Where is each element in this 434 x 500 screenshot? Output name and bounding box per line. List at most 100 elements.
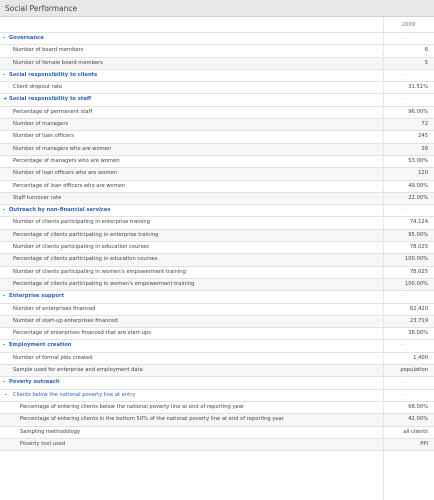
indicator-label: Number of start-up enterprises financed bbox=[13, 317, 118, 324]
indicator-value: 96.00% bbox=[408, 108, 428, 115]
expand-icon[interactable]: + bbox=[3, 94, 7, 105]
section-header[interactable]: - Employment creation -- bbox=[0, 340, 434, 353]
indicator-value: 6 bbox=[424, 47, 428, 54]
cell-marker: : bbox=[377, 268, 379, 275]
table-row: Client dropout rate: 31.51% bbox=[0, 82, 434, 95]
table-row: Poverty tool used: PPI bbox=[0, 438, 434, 452]
table-row: Number of loan officers who are women: 12… bbox=[0, 168, 434, 181]
cell-marker: : bbox=[377, 182, 379, 189]
cell-marker: : bbox=[377, 354, 379, 361]
table-row: Percentage of clients participating in e… bbox=[0, 229, 434, 243]
table-row: Sample used for enterprise and employmen… bbox=[0, 365, 434, 378]
section-title[interactable]: Clients below the national poverty line … bbox=[13, 390, 135, 401]
table-row: Percentage of entering clients below the… bbox=[0, 402, 434, 415]
indicator-label: Percentage of permanent staff bbox=[13, 108, 93, 115]
indicator-label: Staff turnover rate bbox=[13, 194, 62, 201]
indicator-label: Number of managers who are women bbox=[13, 145, 112, 152]
section-header[interactable]: - Governance -- bbox=[0, 33, 434, 46]
table-row: Staff turnover rate: 22.00% bbox=[0, 192, 434, 206]
cell-marker: : bbox=[377, 108, 379, 115]
indicator-label: Number of clients participating in women… bbox=[13, 268, 186, 275]
cell-marker: : bbox=[377, 84, 379, 91]
indicator-label: Poverty tool used bbox=[20, 440, 66, 447]
collapse-icon[interactable]: - bbox=[3, 291, 5, 302]
cell-marker: : bbox=[377, 231, 379, 238]
section-header[interactable]: - Poverty outreach -- bbox=[0, 377, 434, 390]
table-row: Number of formal jobs created: 1,400 bbox=[0, 353, 434, 366]
indicator-label: Percentage of clients participating in e… bbox=[13, 231, 159, 238]
cell-marker: : bbox=[377, 256, 379, 263]
table-body: - Governance -- Number of board members:6 Nu… bbox=[0, 33, 434, 452]
indicator-label: Percentage of clients participating in w… bbox=[13, 280, 195, 287]
cell-marker: : bbox=[377, 317, 379, 324]
table-row: Percentage of enterprises financed that … bbox=[0, 328, 434, 341]
collapse-icon[interactable]: - bbox=[3, 205, 5, 216]
indicator-label: Number of female board members bbox=[13, 59, 103, 66]
section-header[interactable]: - Outreach by non-financial services -- bbox=[0, 205, 434, 218]
indicator-label: Percentage of clients participating in e… bbox=[13, 256, 158, 263]
indicator-label: Percentage of loan officers who are wome… bbox=[13, 182, 126, 189]
cell-marker: : bbox=[377, 244, 379, 251]
empty-value: -- bbox=[401, 342, 405, 349]
indicator-value: 68.00% bbox=[408, 403, 428, 410]
indicator-value: all clients bbox=[403, 428, 428, 435]
cell-marker: : bbox=[377, 416, 379, 423]
cell-marker: : bbox=[377, 47, 379, 54]
empty-value: -- bbox=[401, 379, 405, 386]
cell-marker: : bbox=[377, 157, 379, 164]
indicator-value: 72 bbox=[421, 121, 428, 128]
section-header[interactable]: + Social responsibility to staff -- bbox=[0, 94, 434, 107]
indicator-value: population bbox=[400, 367, 428, 374]
table-row: Number of managers: 72 bbox=[0, 119, 434, 132]
indicator-value: 95.00% bbox=[408, 231, 428, 238]
section-header[interactable]: - Enterprise support -- bbox=[0, 291, 434, 304]
indicator-value: 78,025 bbox=[409, 244, 428, 251]
section-title[interactable]: Governance bbox=[9, 33, 44, 44]
section-header[interactable]: - Social responsibility to clients -- bbox=[0, 69, 434, 83]
empty-value: -- bbox=[401, 96, 405, 103]
section-title[interactable]: Enterprise support bbox=[9, 291, 64, 302]
table-row: Number of loan officers: 245 bbox=[0, 131, 434, 144]
indicator-label: Sampling methodology bbox=[20, 428, 81, 435]
cell-marker: : bbox=[377, 330, 379, 337]
indicator-label: Number of formal jobs created bbox=[13, 354, 93, 361]
table-row: Percentage of entering clients in the bo… bbox=[0, 414, 434, 427]
section-title[interactable]: Social responsibility to staff bbox=[9, 94, 91, 105]
indicator-value: 78,025 bbox=[409, 268, 428, 275]
cell-marker: : bbox=[377, 170, 379, 177]
section-title[interactable]: Outreach by non-financial services bbox=[9, 205, 110, 216]
table-row: Number of start-up enterprises financed:… bbox=[0, 315, 434, 329]
table-row: Sampling methodology: all clients bbox=[0, 427, 434, 439]
cell-marker: : bbox=[377, 121, 379, 128]
cell-marker: : bbox=[377, 219, 379, 226]
indicator-value: 22.00% bbox=[408, 194, 428, 201]
indicator-value: PPI bbox=[420, 440, 428, 447]
cell-marker: : bbox=[377, 145, 379, 152]
indicator-label: Number of clients participating in educa… bbox=[13, 244, 150, 251]
subsection-header[interactable]: - Clients below the national poverty line… bbox=[0, 389, 434, 402]
panel-title: Social Performance bbox=[0, 0, 434, 17]
collapse-icon[interactable]: - bbox=[3, 70, 5, 81]
indicator-value: 38 bbox=[421, 145, 428, 152]
indicator-value: 31.51% bbox=[408, 84, 428, 91]
indicator-label: Client dropout rate bbox=[13, 84, 63, 91]
indicator-label: Percentage of managers who are women bbox=[13, 157, 120, 164]
table-row: Number of clients participating in women… bbox=[0, 267, 434, 279]
collapse-icon[interactable]: - bbox=[3, 377, 5, 388]
cell-marker: : bbox=[377, 403, 379, 410]
indicator-value: 74,124 bbox=[409, 219, 428, 226]
empty-value: -- bbox=[401, 207, 405, 214]
table-row: Number of female board members: 5 bbox=[0, 57, 434, 70]
table-row: Number of managers who are women: 38 bbox=[0, 143, 434, 156]
collapse-icon[interactable]: - bbox=[3, 33, 5, 44]
year-column-header: 2009 bbox=[401, 22, 416, 28]
section-title[interactable]: Employment creation bbox=[9, 340, 71, 351]
indicator-value: 120 bbox=[418, 170, 428, 177]
section-title[interactable]: Poverty outreach bbox=[9, 377, 60, 388]
collapse-icon[interactable]: - bbox=[5, 390, 7, 401]
indicator-label: Number of clients participating in enter… bbox=[13, 219, 151, 226]
section-title[interactable]: Social responsibility to clients bbox=[9, 70, 97, 81]
indicator-label: Number of loan officers bbox=[13, 133, 74, 140]
collapse-icon[interactable]: - bbox=[3, 340, 5, 351]
table-row: Percentage of loan officers who are wome… bbox=[0, 181, 434, 193]
